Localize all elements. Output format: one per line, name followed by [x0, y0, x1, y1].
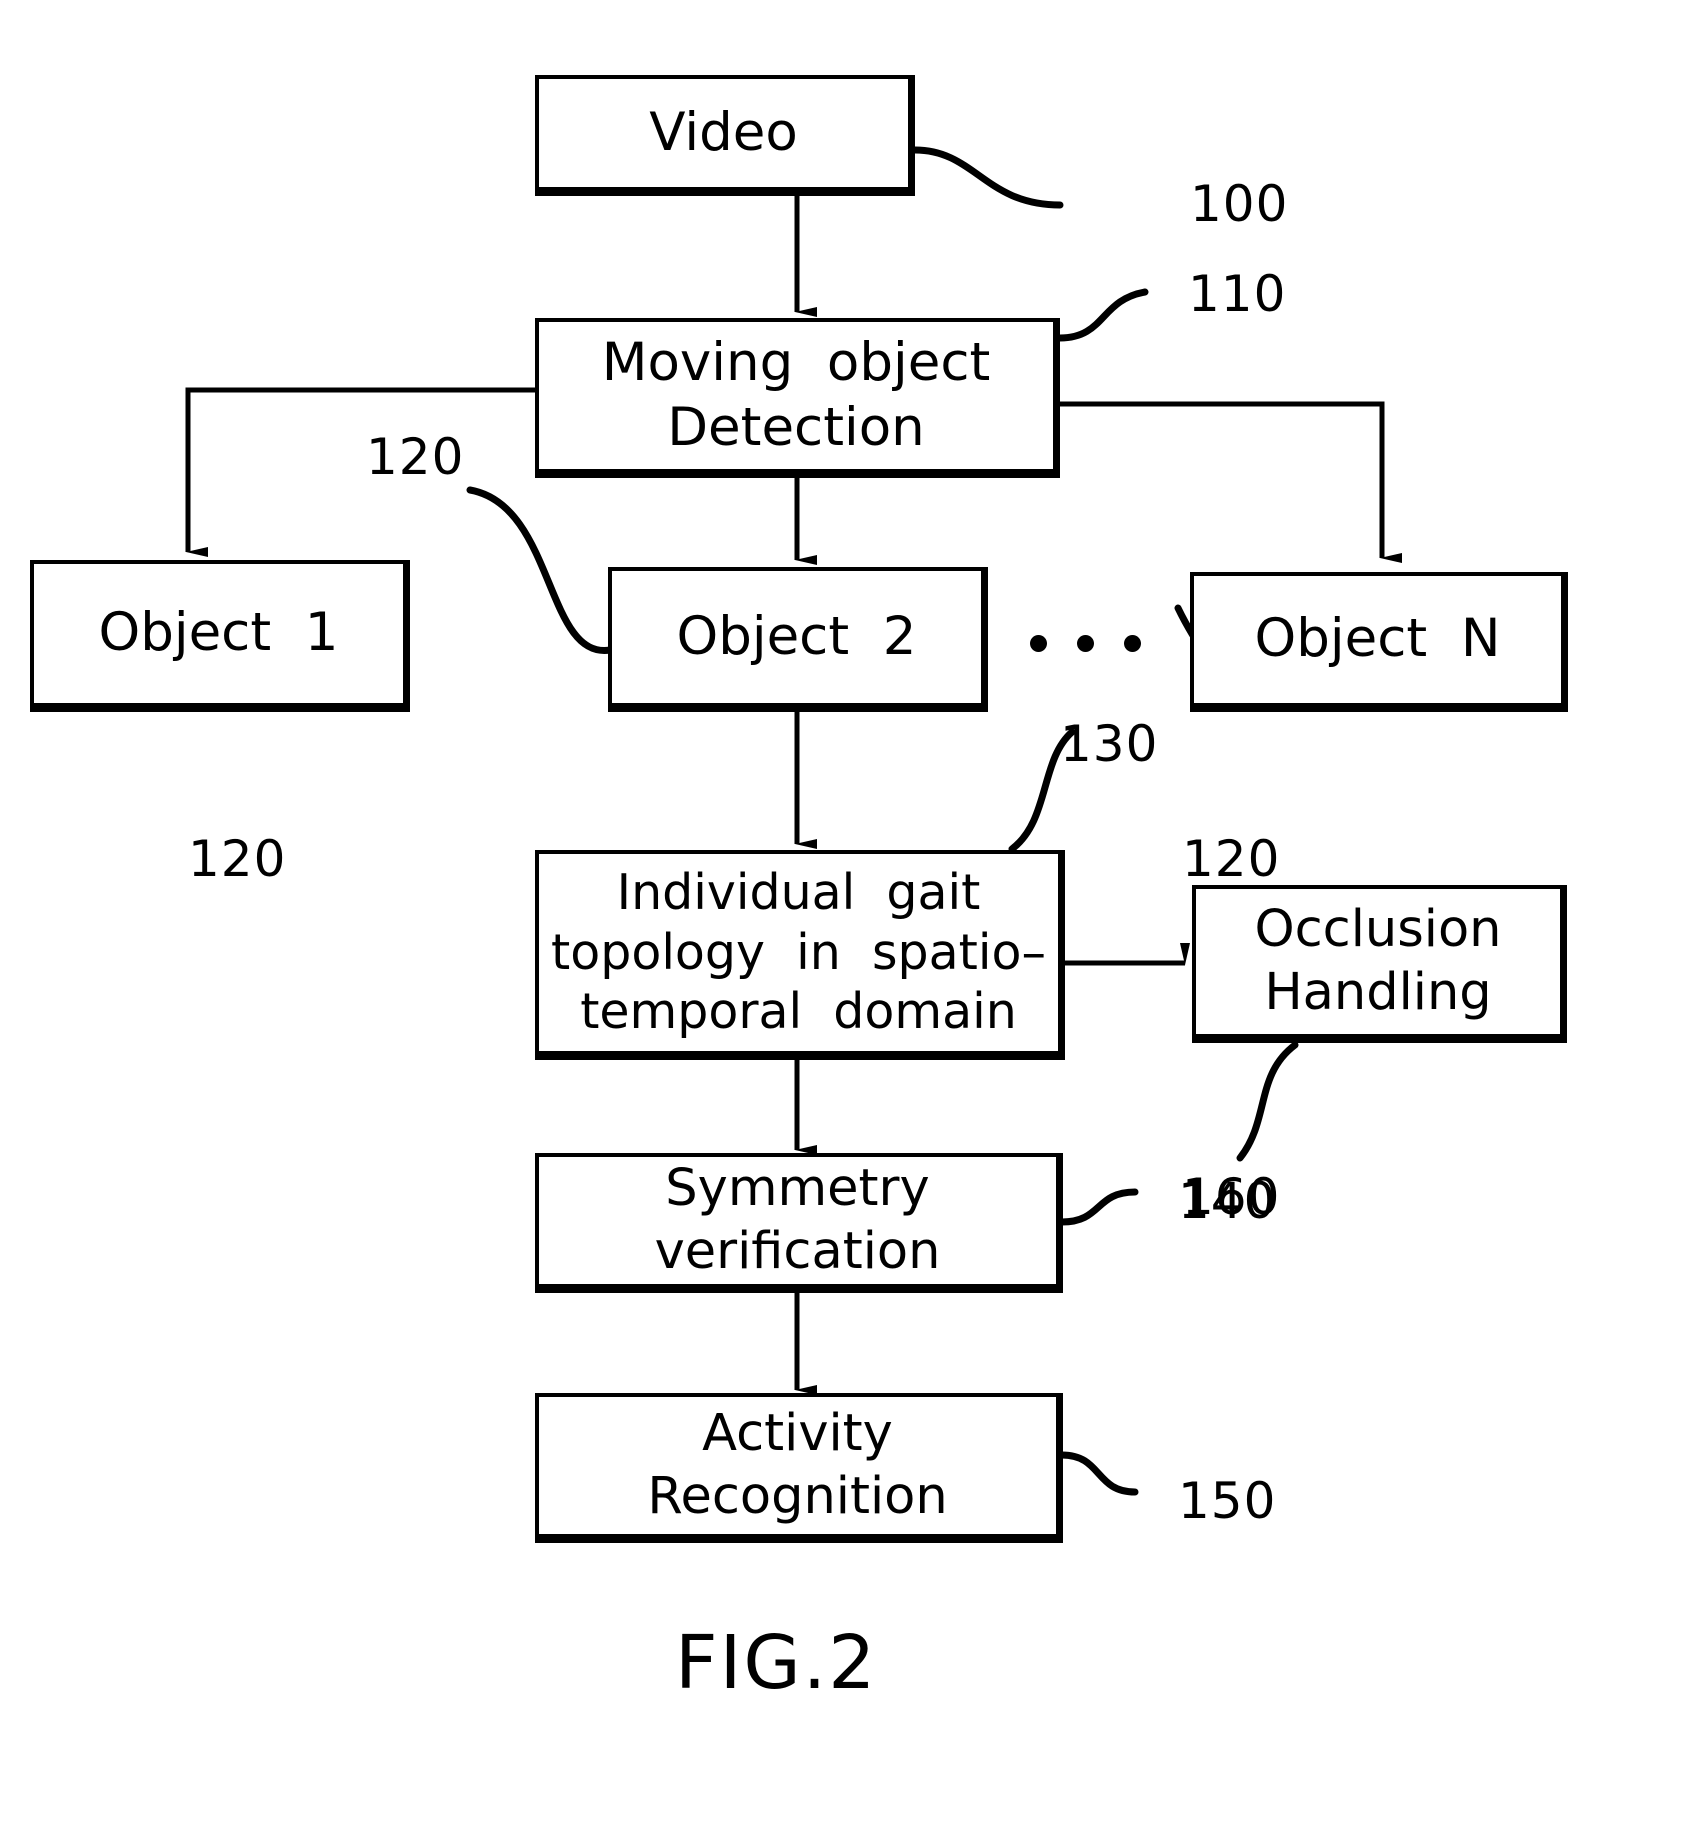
node-individual-gait-topology[interactable]: Individual gait topology in spatio– temp… — [535, 850, 1065, 1060]
leader-110 — [1056, 288, 1149, 342]
leader-100 — [911, 146, 1064, 209]
node-gait-label-line1: Individual gait — [616, 863, 981, 921]
patent-figure: Video Moving object Detection Object 1 O… — [0, 0, 1693, 1830]
node-detection-label-line1: Moving object — [601, 331, 991, 393]
ref-numeral-120-object2: 120 — [366, 428, 465, 486]
node-symmetry-verification[interactable]: Symmetry verification — [535, 1153, 1063, 1293]
leader-120-obj2 — [466, 486, 614, 654]
ref-numeral-100: 100 — [1190, 175, 1289, 233]
ref-numeral-160: 160 — [1182, 1168, 1281, 1226]
node-video[interactable]: Video — [535, 75, 915, 196]
ref-numeral-120-objectn: 120 — [1182, 830, 1281, 888]
node-object-1-label: Object 1 — [98, 602, 339, 664]
node-activity-label-line2: Recognition — [647, 1466, 948, 1526]
ref-numeral-150: 150 — [1178, 1472, 1277, 1530]
node-gait-label-line3: temporal domain — [580, 983, 1017, 1041]
node-activity-label-line1: Activity — [702, 1404, 893, 1464]
ref-numeral-110: 110 — [1188, 265, 1287, 323]
ellipsis-objects — [1030, 635, 1141, 652]
node-object-2[interactable]: Object 2 — [608, 567, 988, 712]
node-video-label: Video — [649, 101, 798, 163]
node-object-n-label: Object N — [1254, 608, 1501, 670]
node-symmetry-label-line1: Symmetry — [665, 1159, 930, 1219]
edge-detection-to-object1 — [185, 387, 535, 557]
ellipsis-dot-2 — [1077, 635, 1094, 652]
node-object-2-label: Object 2 — [676, 605, 917, 667]
node-occlusion-label-line1: Occlusion — [1254, 900, 1502, 960]
node-activity-recognition[interactable]: Activity Recognition — [535, 1393, 1063, 1543]
ref-numeral-120-object1: 120 — [188, 830, 287, 888]
node-object-n[interactable]: Object N — [1190, 572, 1568, 712]
node-moving-object-detection[interactable]: Moving object Detection — [535, 318, 1060, 478]
node-detection-label-line2: Detection — [667, 396, 925, 458]
leader-150 — [1058, 1451, 1139, 1496]
node-gait-label-line2: topology in spatio– — [551, 923, 1046, 981]
node-object-1[interactable]: Object 1 — [30, 560, 410, 712]
figure-caption: FIG.2 — [675, 1620, 878, 1706]
ref-numeral-130: 130 — [1060, 715, 1159, 773]
ellipsis-dot-3 — [1124, 635, 1141, 652]
leader-140 — [1058, 1188, 1139, 1226]
node-occlusion-label-line2: Handling — [1264, 962, 1492, 1022]
node-occlusion-handling[interactable]: Occlusion Handling — [1192, 885, 1567, 1043]
node-symmetry-label-line2: verification — [654, 1221, 941, 1281]
edge-detection-to-objectn — [1058, 401, 1402, 563]
leader-160 — [1236, 1041, 1299, 1162]
ellipsis-dot-1 — [1030, 635, 1047, 652]
